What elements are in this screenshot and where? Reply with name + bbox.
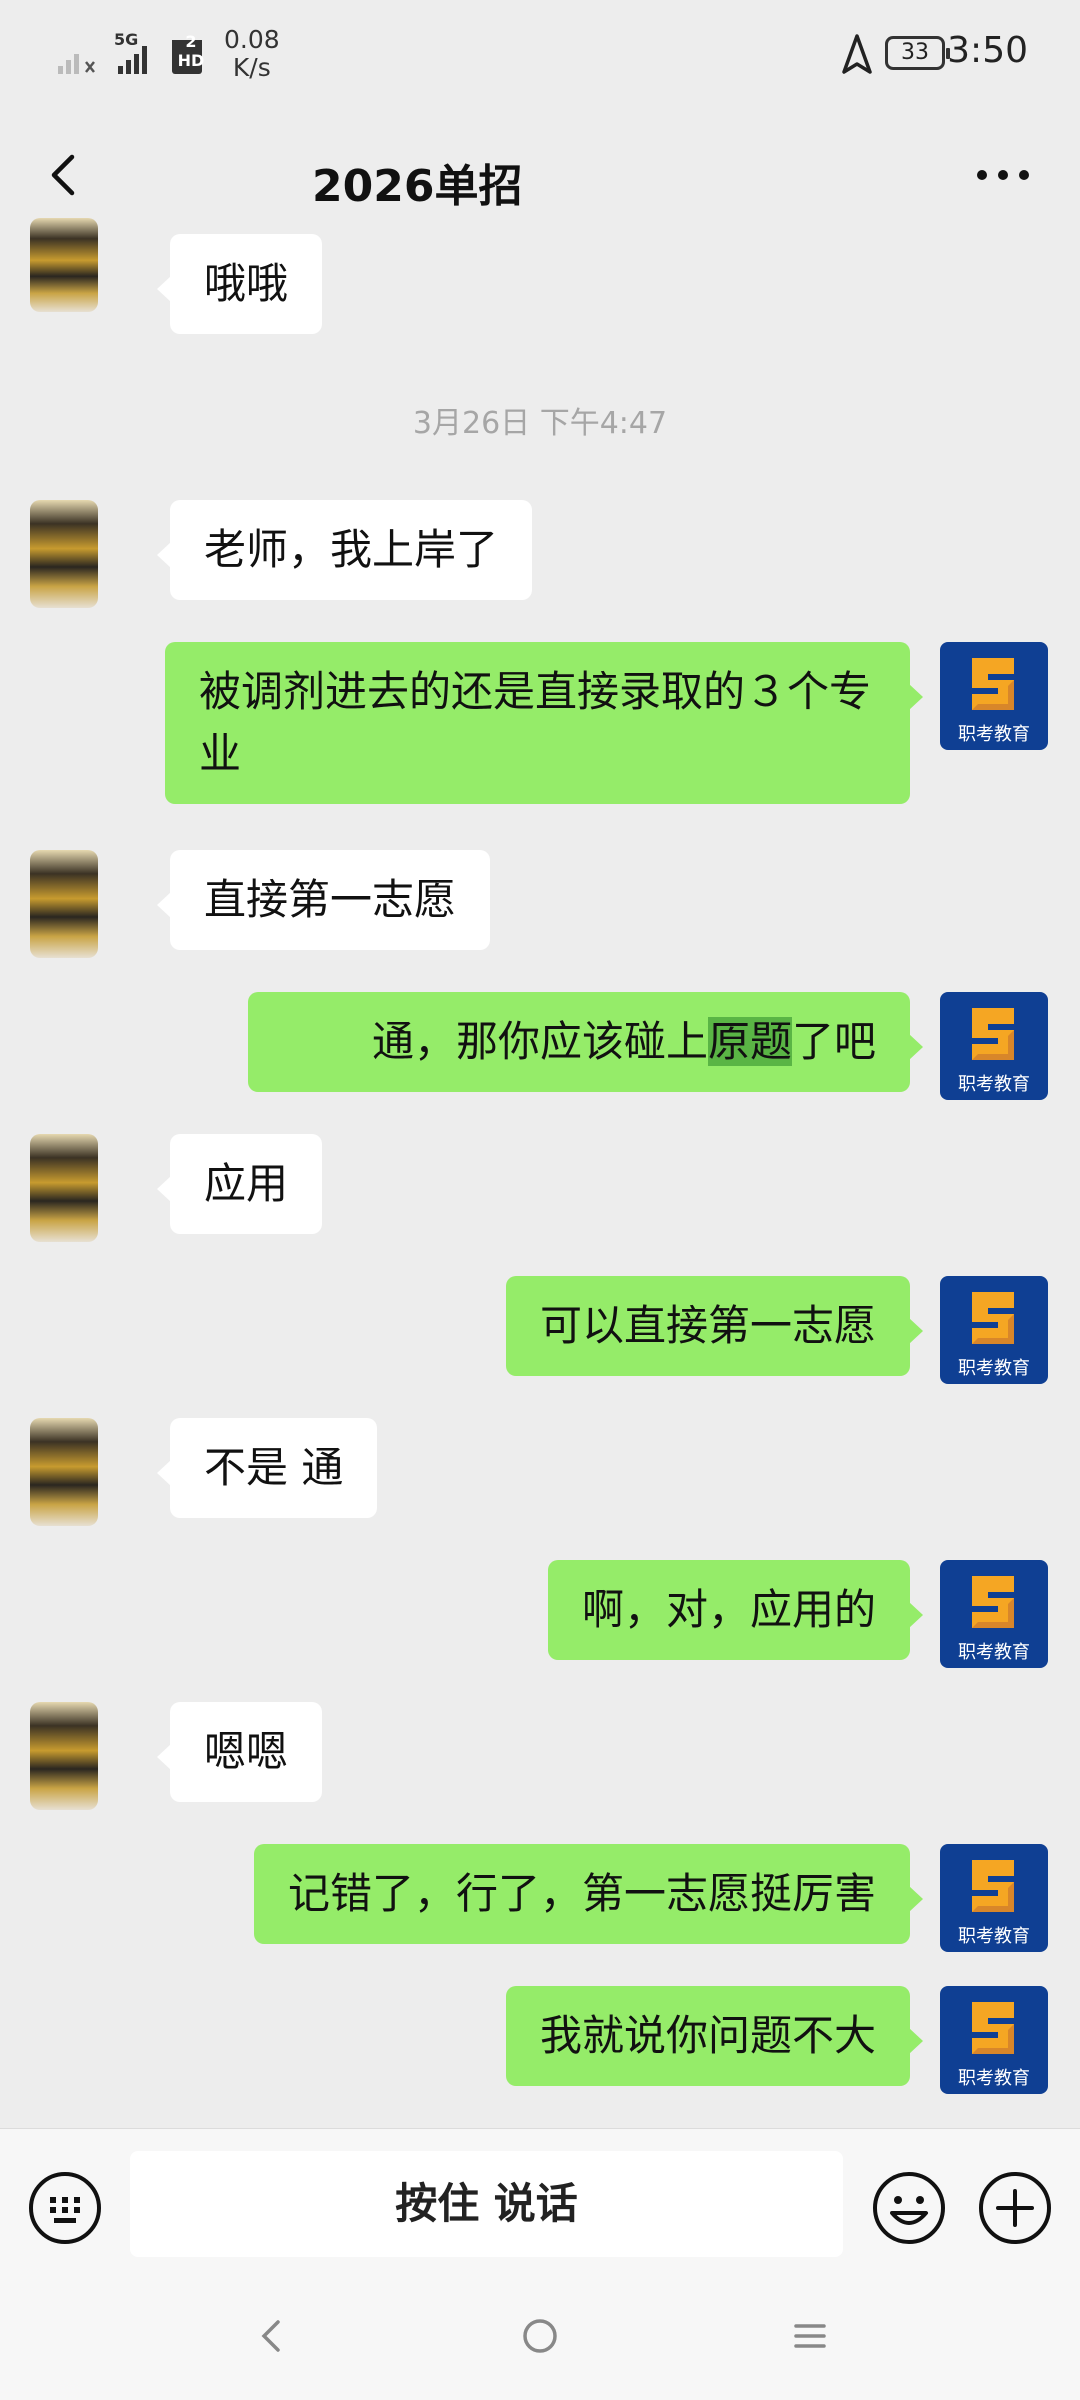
sent-message[interactable]: 记错了，行了，第一志愿挺厉害 xyxy=(253,1844,924,1944)
contact-avatar[interactable] xyxy=(30,500,98,608)
contact-avatar[interactable] xyxy=(30,850,98,958)
status-bar: 5G 2 HD 0.08 K/s 33 3:50 xyxy=(0,0,1080,110)
input-bar: 按住 说话 xyxy=(0,2128,1080,2278)
sim2-label: 2 xyxy=(185,32,197,51)
network-speed: 0.08 K/s xyxy=(224,25,280,82)
teacher-avatar[interactable]: 职考教育 xyxy=(940,1560,1048,1668)
battery-icon: 33 xyxy=(885,36,950,70)
sent-message[interactable]: 啊，对，应用的 xyxy=(547,1560,924,1660)
teacher-avatar[interactable]: 职考教育 xyxy=(940,1986,1048,2094)
plus-icon[interactable] xyxy=(978,2171,1052,2245)
hold-to-talk-button[interactable]: 按住 说话 xyxy=(130,2151,843,2257)
hd-label: HD xyxy=(177,51,205,70)
message-timestamp: 3月26日 下午4:47 xyxy=(412,406,668,441)
system-back-icon[interactable] xyxy=(256,2316,286,2356)
logo-icon xyxy=(972,658,1014,710)
system-home-icon[interactable] xyxy=(520,2316,560,2356)
received-message[interactable]: 嗯嗯 xyxy=(156,1702,323,1802)
logo-icon xyxy=(972,1576,1014,1628)
keyboard-icon[interactable] xyxy=(28,2171,102,2245)
clock: 3:50 xyxy=(947,30,1028,71)
logo-icon xyxy=(972,1292,1014,1344)
teacher-avatar[interactable]: 职考教育 xyxy=(940,642,1048,750)
received-message[interactable]: 不是 通 xyxy=(156,1418,378,1518)
received-message[interactable]: 老师，我上岸了 xyxy=(156,500,533,600)
contact-avatar[interactable] xyxy=(30,1702,98,1810)
logo-icon xyxy=(972,1860,1014,1912)
logo-icon xyxy=(972,1008,1014,1060)
received-message[interactable]: 哦哦 xyxy=(156,234,323,334)
sent-message[interactable]: 被调剂进去的还是直接录取的３个专业 xyxy=(165,642,923,804)
teacher-avatar[interactable]: 职考教育 xyxy=(940,1276,1048,1384)
network-label: 5G xyxy=(114,30,139,49)
chat-title: 2026单招 xyxy=(312,161,523,212)
more-options-icon[interactable] xyxy=(968,160,1038,190)
emoji-icon[interactable] xyxy=(872,2171,946,2245)
message-list[interactable]: 哦哦 3月26日 下午4:47 老师，我上岸了 职考教育 被调剂进去的还是直接录… xyxy=(0,218,1080,2128)
system-menu-icon[interactable] xyxy=(792,2316,828,2356)
sent-message[interactable]: 可以直接第一志愿 xyxy=(505,1276,924,1376)
contact-avatar[interactable] xyxy=(30,1418,98,1526)
back-arrow-icon[interactable] xyxy=(36,145,96,205)
system-navigation-bar xyxy=(0,2278,1080,2400)
received-message[interactable]: 直接第一志愿 xyxy=(156,850,491,950)
chat-header: 2026单招 xyxy=(0,110,1080,240)
teacher-avatar[interactable]: 职考教育 xyxy=(940,1844,1048,1952)
sent-message[interactable]: 我就说你问题不大 xyxy=(505,1986,924,2086)
received-message[interactable]: 应用 xyxy=(156,1134,323,1234)
navigation-arrow-icon xyxy=(842,34,872,74)
logo-icon xyxy=(972,2002,1014,2054)
contact-avatar[interactable] xyxy=(30,1134,98,1242)
contact-avatar[interactable] xyxy=(30,218,98,312)
highlighted-text: 原题 xyxy=(707,1017,792,1066)
teacher-avatar[interactable]: 职考教育 xyxy=(940,992,1048,1100)
sent-message[interactable]: 通，那你应该碰上原题了吧 xyxy=(248,992,923,1092)
